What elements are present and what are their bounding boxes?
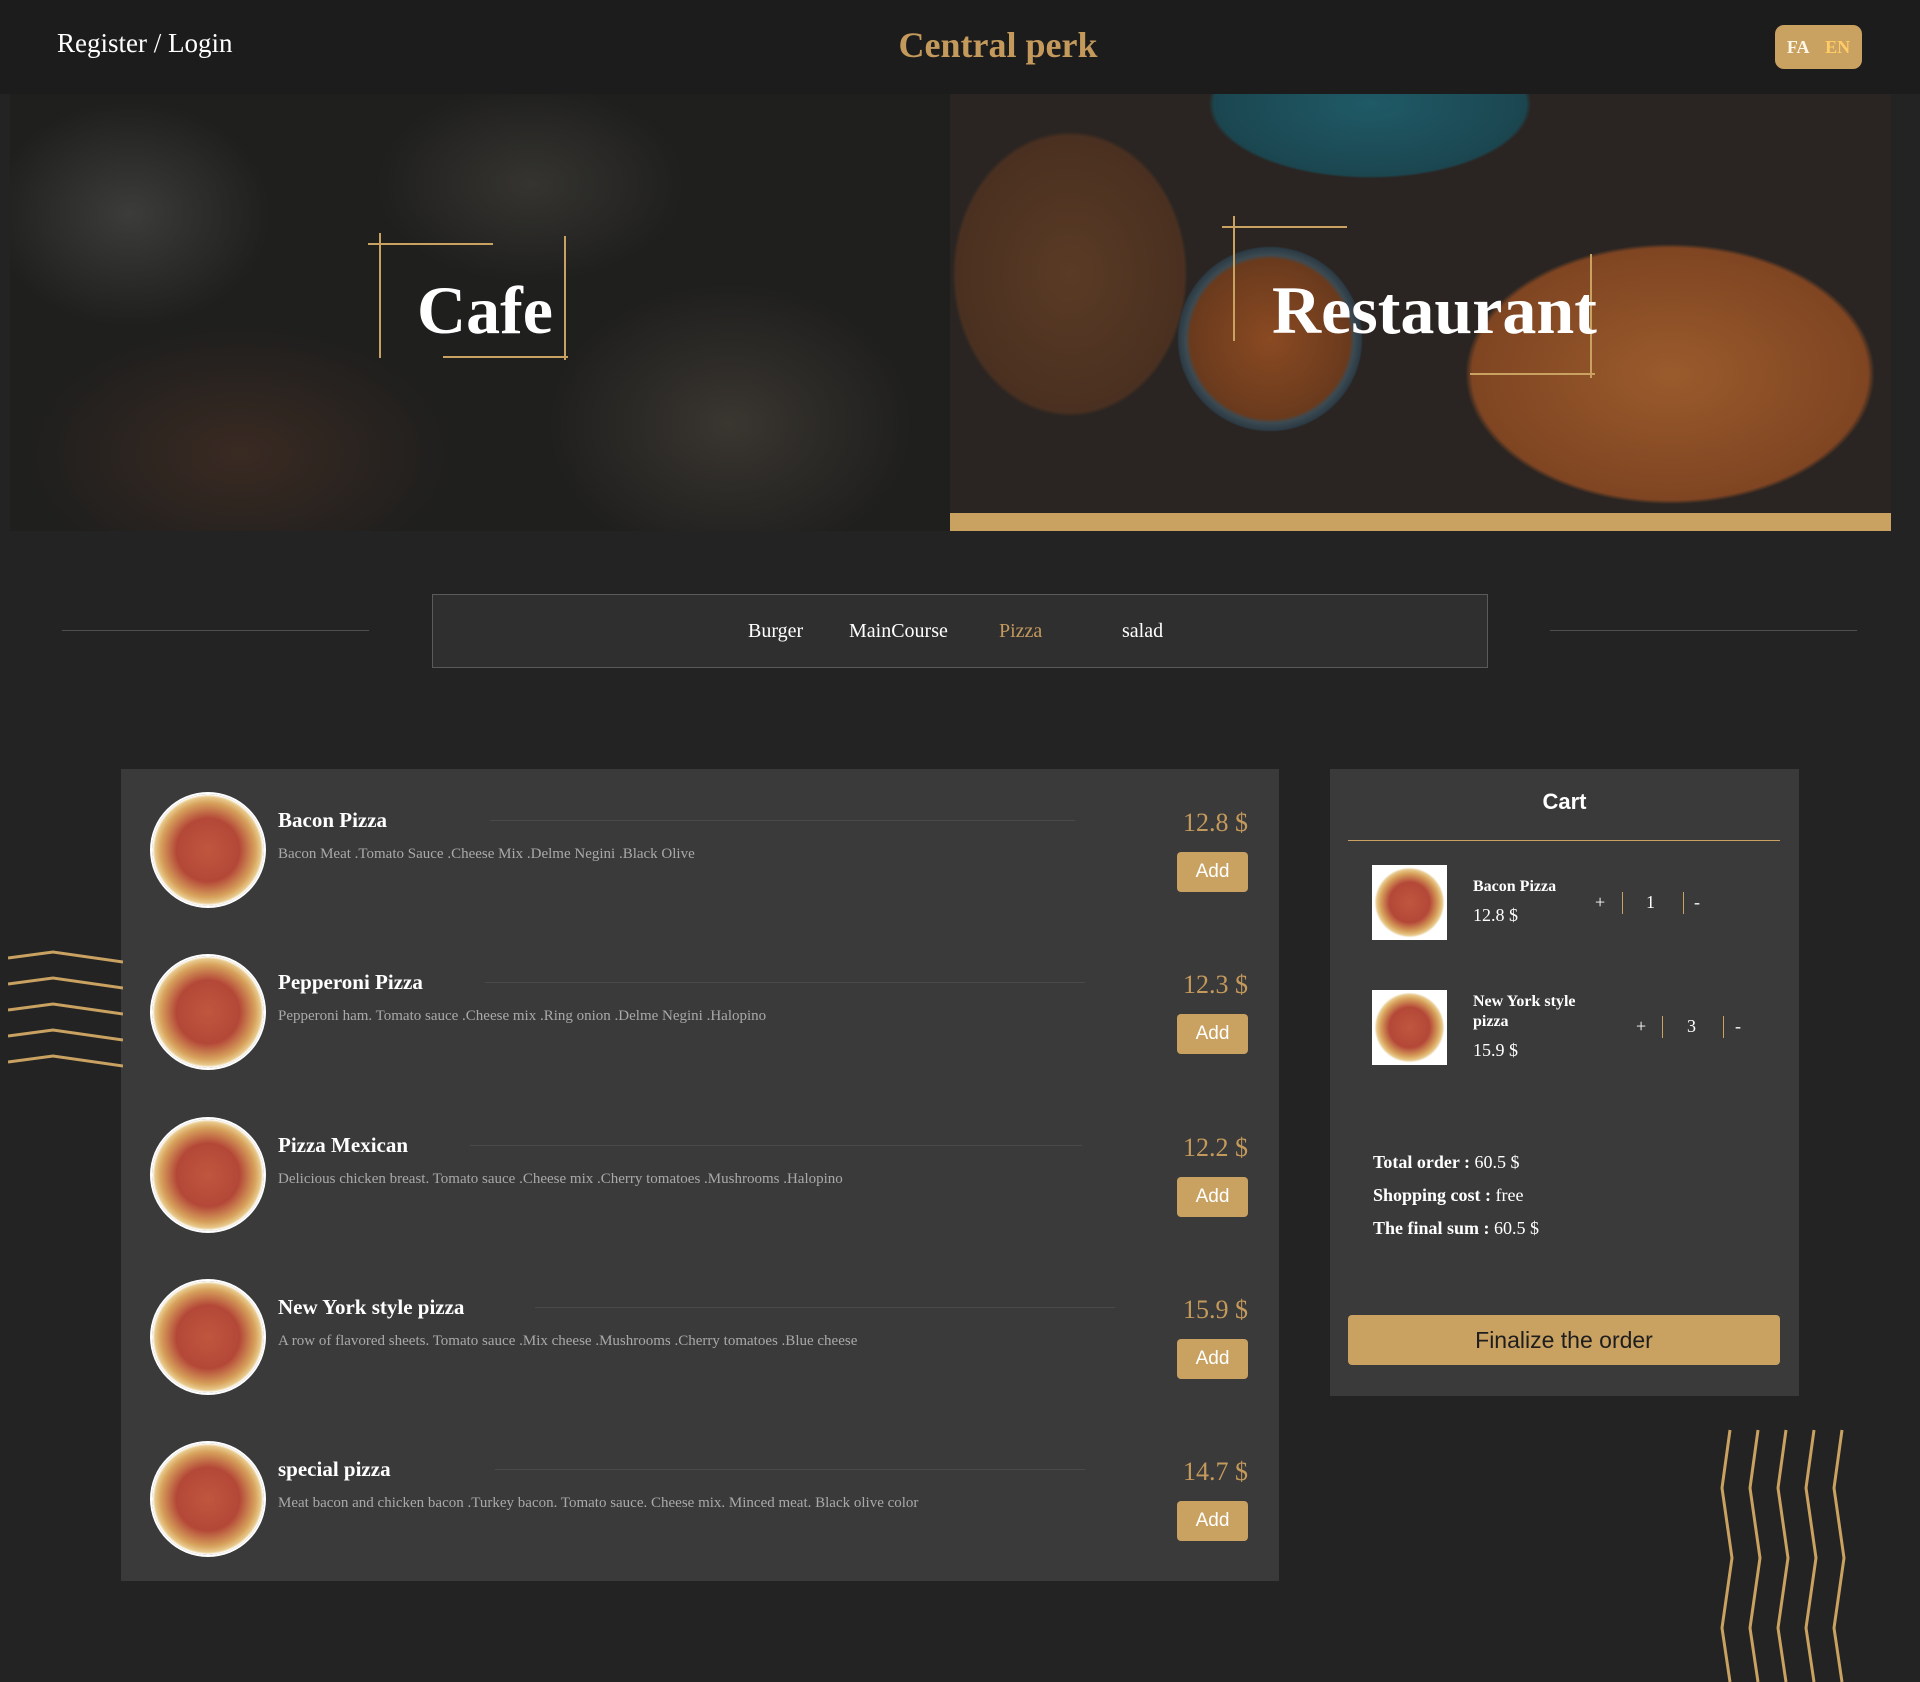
final-sum-label: The final sum : <box>1373 1218 1490 1238</box>
menu-item-image <box>152 794 264 906</box>
cart-item-image <box>1372 865 1447 940</box>
tab-burger[interactable]: Burger <box>748 620 803 643</box>
shipping-cost-label: Shopping cost : <box>1373 1185 1492 1205</box>
cart-item-image <box>1372 990 1447 1065</box>
total-order-value: 60.5 $ <box>1474 1152 1520 1172</box>
cart-qty-divider <box>1723 1016 1724 1038</box>
shipping-cost-row: Shopping cost : free <box>1373 1185 1524 1206</box>
total-order-label: Total order : <box>1373 1152 1470 1172</box>
menu-item-name: Bacon Pizza <box>278 808 388 832</box>
cart-qty-increase-button[interactable]: + <box>1595 892 1605 913</box>
restaurant-label[interactable]: Restaurant <box>1272 271 1597 350</box>
final-sum-row: The final sum : 60.5 $ <box>1373 1218 1539 1239</box>
cart-panel <box>1330 769 1799 1396</box>
cart-title-divider <box>1348 840 1780 841</box>
cafe-frame-top <box>368 243 493 245</box>
menu-item-divider <box>470 1145 1082 1146</box>
menu-item-image <box>152 956 264 1068</box>
chevron-decoration-left <box>8 950 123 1068</box>
menu-item-description: Meat bacon and chicken bacon .Turkey bac… <box>278 1495 919 1511</box>
final-sum-value: 60.5 $ <box>1494 1218 1540 1238</box>
tabs-divider-right <box>1550 630 1857 631</box>
cafe-label[interactable]: Cafe <box>417 271 553 350</box>
cart-item-name: New York style pizza <box>1473 993 1576 1030</box>
lang-fa-button[interactable]: FA <box>1787 37 1810 58</box>
cart-qty-decrease-button[interactable]: - <box>1735 1016 1741 1037</box>
lang-en-button[interactable]: EN <box>1825 37 1850 58</box>
zigzag-decoration-right <box>1720 1429 1846 1682</box>
menu-item-name: New York style pizza <box>278 1295 465 1319</box>
cafe-frame-right <box>564 236 566 360</box>
cart-qty-value: 3 <box>1687 1016 1696 1036</box>
cart-qty-value: 1 <box>1646 892 1655 912</box>
menu-item-price: 12.2 $ <box>1183 1133 1248 1162</box>
finalize-order-button[interactable]: Finalize the order <box>1348 1315 1780 1365</box>
menu-item-description: A row of flavored sheets. Tomato sauce .… <box>278 1333 858 1349</box>
menu-item-name: Pizza Mexican <box>278 1133 409 1157</box>
cart-qty-divider <box>1683 892 1684 914</box>
cart-item-price: 12.8 $ <box>1473 905 1518 925</box>
menu-item-price: 12.8 $ <box>1183 808 1248 837</box>
brand-title: Central perk <box>898 25 1098 65</box>
language-switcher: FA EN <box>1775 25 1862 69</box>
menu-item-name: Pepperoni Pizza <box>278 970 423 994</box>
cart-title: Cart <box>1542 789 1587 814</box>
menu-item-description: Delicious chicken breast. Tomato sauce .… <box>278 1171 843 1187</box>
tabs-divider-left <box>62 630 369 631</box>
menu-item-image <box>152 1281 264 1393</box>
menu-item-image <box>152 1119 264 1231</box>
menu-item-description: Bacon Meat .Tomato Sauce .Cheese Mix .De… <box>278 846 695 862</box>
cafe-frame-left <box>379 233 381 358</box>
shipping-cost-value: free <box>1495 1185 1524 1205</box>
menu-item-description: Pepperoni ham. Tomato sauce .Cheese mix … <box>278 1008 767 1024</box>
add-to-cart-button[interactable]: Add <box>1177 1177 1248 1217</box>
tab-pizza[interactable]: Pizza <box>999 620 1042 643</box>
cart-item-name: Bacon Pizza <box>1473 878 1557 895</box>
menu-item-image <box>152 1443 264 1555</box>
restaurant-frame-left <box>1233 216 1235 341</box>
restaurant-frame-top <box>1222 226 1347 228</box>
menu-item-name: special pizza <box>278 1457 391 1481</box>
cart-item-price: 15.9 $ <box>1473 1040 1518 1060</box>
cart-qty-increase-button[interactable]: + <box>1636 1016 1646 1037</box>
add-to-cart-button[interactable]: Add <box>1177 1339 1248 1379</box>
menu-item-price: 15.9 $ <box>1183 1295 1248 1324</box>
cart-qty-divider <box>1662 1016 1663 1038</box>
cafe-frame-bottom <box>443 356 568 358</box>
menu-item-divider <box>485 982 1085 983</box>
category-tabs <box>432 594 1488 668</box>
add-to-cart-button[interactable]: Add <box>1177 1014 1248 1054</box>
add-to-cart-button[interactable]: Add <box>1177 852 1248 892</box>
cart-qty-divider <box>1622 892 1623 914</box>
menu-item-price: 14.7 $ <box>1183 1457 1248 1486</box>
cart-qty-decrease-button[interactable]: - <box>1694 892 1700 913</box>
add-to-cart-button[interactable]: Add <box>1177 1501 1248 1541</box>
tab-maincourse[interactable]: MainCourse <box>849 620 948 643</box>
menu-item-divider <box>535 1307 1115 1308</box>
tab-salad[interactable]: salad <box>1122 620 1163 643</box>
menu-item-price: 12.3 $ <box>1183 970 1248 999</box>
restaurant-active-bar <box>950 513 1891 531</box>
restaurant-frame-bottom <box>1470 373 1595 375</box>
menu-item-divider <box>490 820 1075 821</box>
total-order-row: Total order : 60.5 $ <box>1373 1152 1520 1173</box>
menu-item-divider <box>495 1469 1085 1470</box>
